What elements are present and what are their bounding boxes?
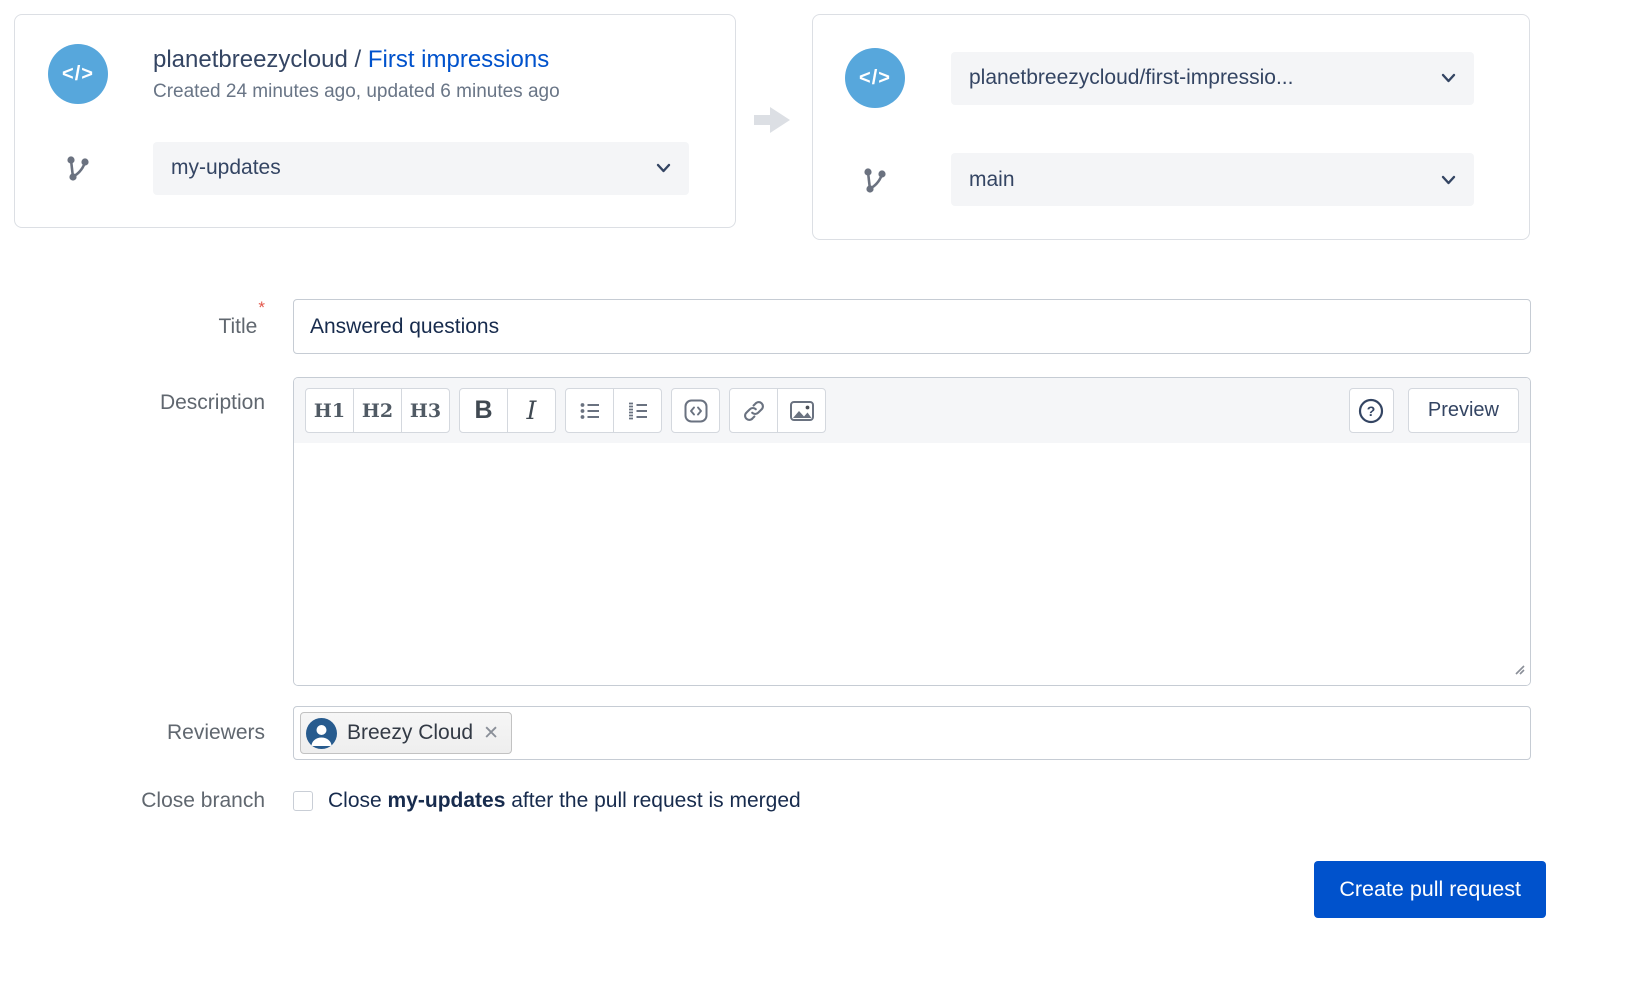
code-icon: </> [62,63,94,86]
remove-reviewer-icon[interactable]: ✕ [483,724,499,743]
source-branch-icon [48,152,108,184]
required-marker: * [258,298,265,317]
source-repo-heading: planetbreezycloud / First impressions Cr… [153,46,689,103]
person-icon [306,718,337,749]
repo-separator: / [348,46,368,73]
description-label: Description [0,391,265,415]
destination-repo-value: planetbreezycloud/first-impressio... [969,66,1293,90]
help-icon: ? [1357,397,1385,425]
heading1-button[interactable]: H1 [305,388,354,433]
numbered-list-button[interactable] [613,388,662,433]
text-style-button-group: B I [459,388,556,433]
chevron-down-icon [656,163,671,173]
close-branch-sentence: Close my-updates after the pull request … [328,789,801,813]
italic-button[interactable]: I [507,388,556,433]
close-branch-label: Close branch [0,786,265,816]
destination-branch-value: main [969,168,1015,192]
destination-repo-avatar: </> [845,48,905,108]
destination-branch-select[interactable]: main [951,153,1474,206]
title-label: Title* [0,299,265,354]
code-icon: </> [859,67,891,90]
image-button[interactable] [777,388,826,433]
create-pull-request-page: </> planetbreezycloud / First impression… [0,0,1644,984]
preview-button[interactable]: Preview [1408,388,1519,433]
numbered-list-icon [626,399,650,423]
source-repo-avatar: </> [48,44,108,104]
bold-button[interactable]: B [459,388,508,433]
destination-repo-select[interactable]: planetbreezycloud/first-impressio... [951,52,1474,105]
reviewer-avatar [306,718,337,749]
chevron-down-icon [1441,73,1456,83]
source-repo-meta: Created 24 minutes ago, updated 6 minute… [153,81,689,103]
resize-handle[interactable] [1513,663,1526,681]
reviewers-input[interactable]: Breezy Cloud ✕ [293,706,1531,760]
heading2-button[interactable]: H2 [353,388,402,433]
destination-card: </> planetbreezycloud/first-impressio... [812,14,1530,240]
bullet-list-button[interactable] [565,388,614,433]
code-block-button[interactable] [671,388,720,433]
heading3-button[interactable]: H3 [401,388,450,433]
reviewer-chip: Breezy Cloud ✕ [300,712,512,754]
code-button-group [671,388,720,433]
reviewers-row: Reviewers Breezy Cloud ✕ [0,706,1644,760]
help-button[interactable]: ? [1349,388,1394,433]
title-input[interactable] [293,299,1531,354]
description-editor: H1 H2 H3 B I [293,377,1531,686]
code-icon [683,398,709,424]
link-button[interactable] [729,388,778,433]
image-icon [789,399,815,423]
close-branch-name: my-updates [388,789,506,812]
description-textarea[interactable] [294,443,1530,685]
source-repo-line: planetbreezycloud / First impressions [153,46,689,74]
source-card: </> planetbreezycloud / First impression… [14,14,736,228]
source-branch-select[interactable]: my-updates [153,142,689,195]
chevron-down-icon [1441,175,1456,185]
source-repo-link[interactable]: First impressions [368,46,549,73]
editor-toolbar: H1 H2 H3 B I [294,378,1530,443]
close-branch-row: Close branch Close my-updates after the … [0,786,1644,816]
title-row: Title* [0,299,1644,354]
list-button-group [565,388,662,433]
bullet-list-icon [578,399,602,423]
create-pull-request-button[interactable]: Create pull request [1314,861,1546,918]
source-repo-owner: planetbreezycloud [153,46,348,73]
link-icon [742,399,766,423]
description-textarea-wrap [294,443,1530,685]
reviewers-label: Reviewers [0,706,265,760]
close-branch-checkbox[interactable] [293,791,313,811]
reviewer-name: Breezy Cloud [347,721,473,745]
arrow-right-icon [752,104,794,141]
destination-branch-icon [845,164,905,196]
branch-selection-section: </> planetbreezycloud / First impression… [0,0,1644,256]
svg-text:?: ? [1367,403,1376,419]
media-button-group [729,388,826,433]
heading-button-group: H1 H2 H3 [305,388,450,433]
source-branch-value: my-updates [171,156,281,180]
